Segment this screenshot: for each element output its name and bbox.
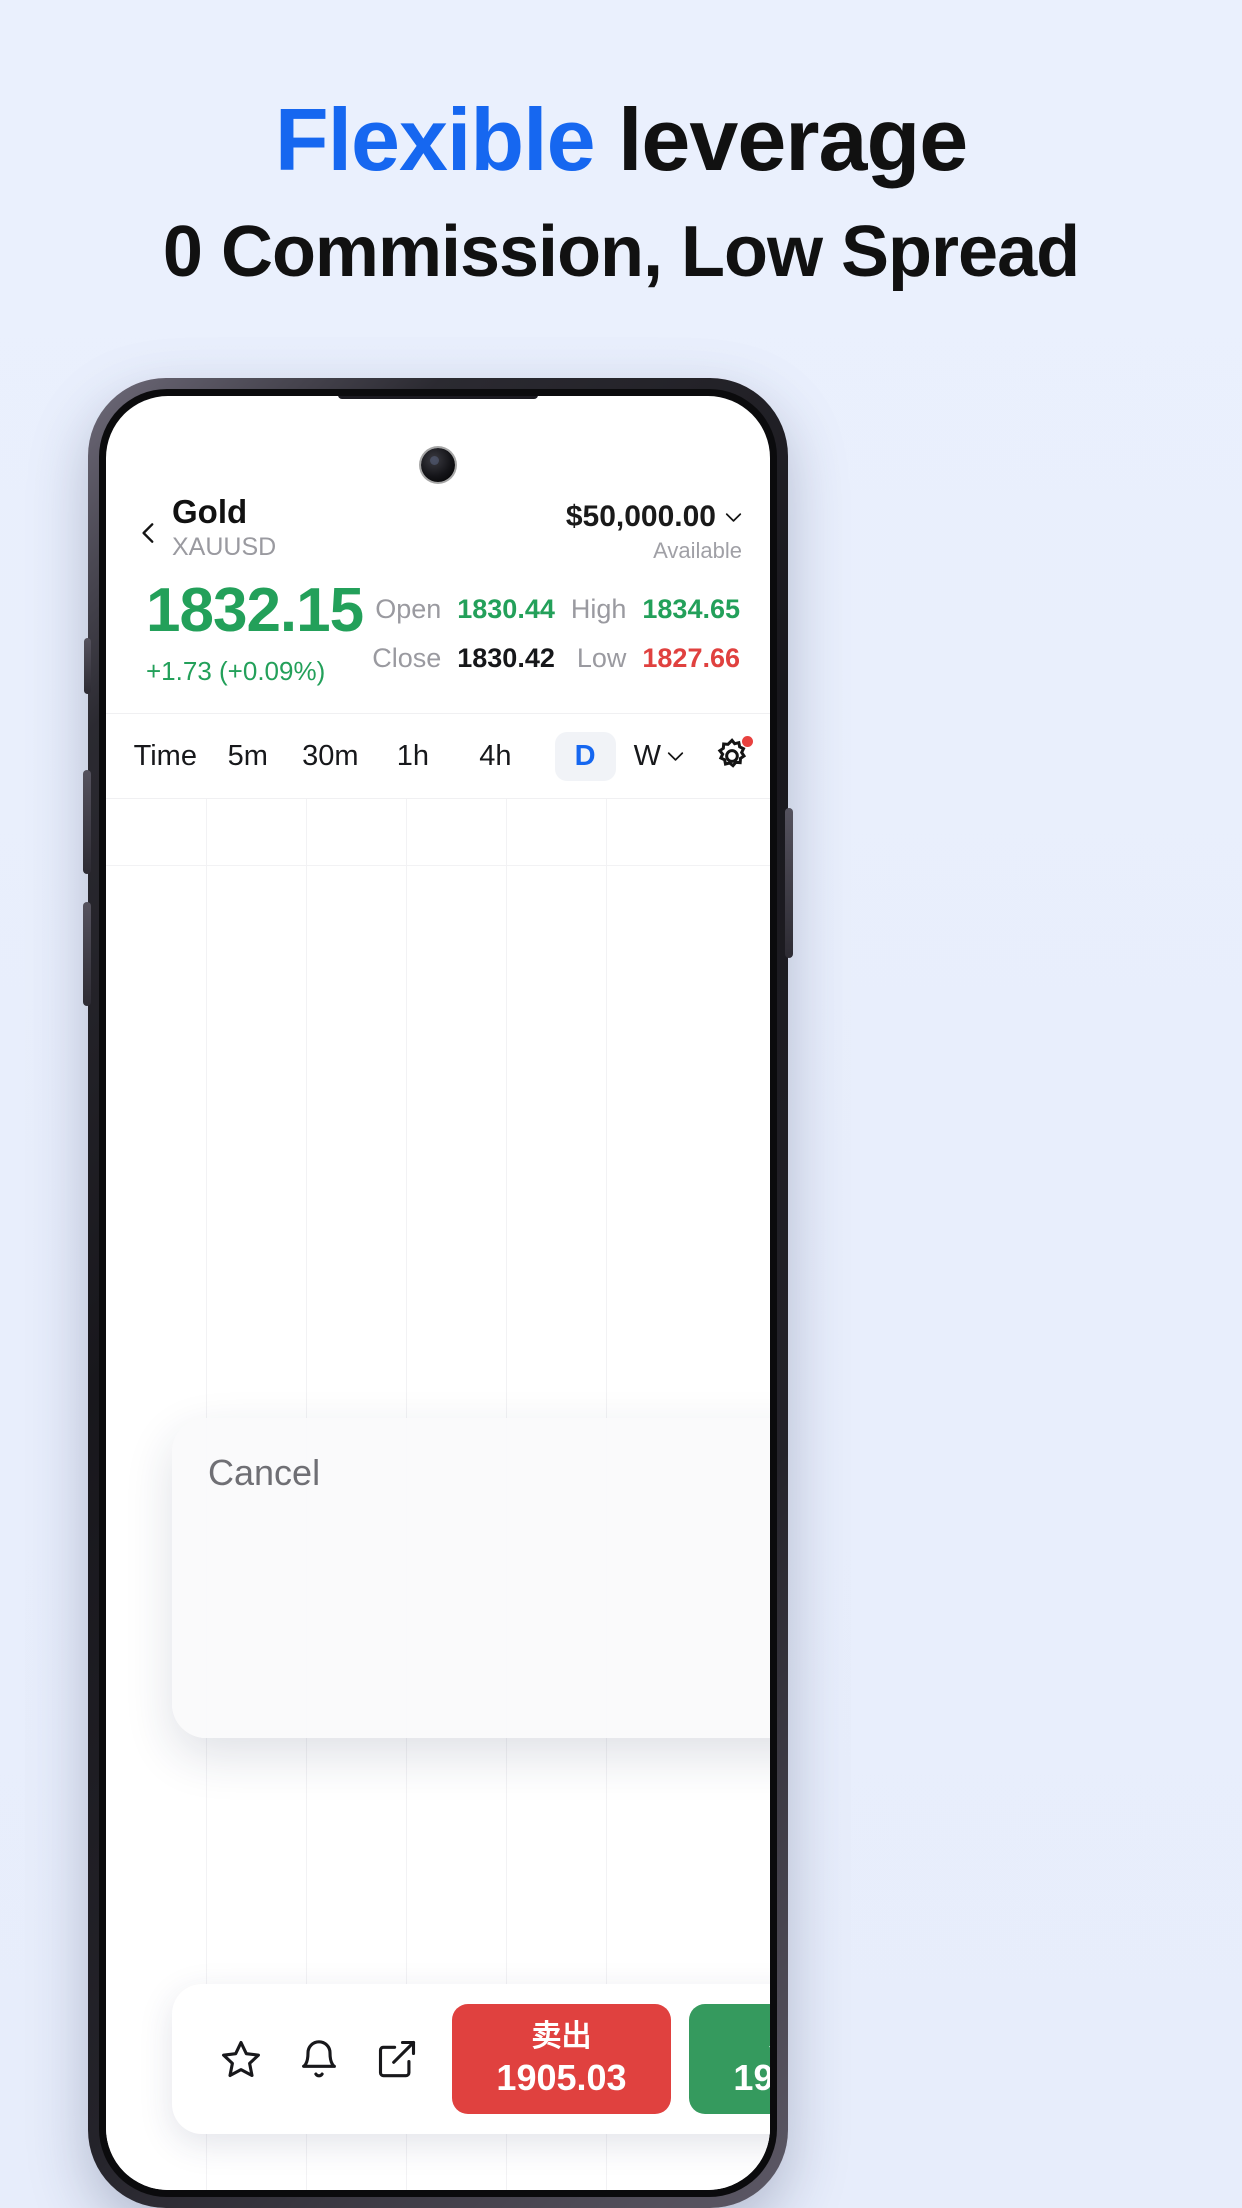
back-button[interactable] (126, 510, 172, 556)
phone-mockup: Gold XAUUSD $50,000.00 Available 1832.15… (83, 378, 793, 2208)
high-value: 1834.65 (642, 594, 740, 624)
close-label: Close (372, 643, 442, 673)
price-change: +1.73 (+0.09%) (146, 656, 326, 686)
sell-button[interactable]: 卖出 1905.03 (452, 2004, 671, 2114)
phone-screen: Gold XAUUSD $50,000.00 Available 1832.15… (106, 396, 770, 2190)
alert-button[interactable] (280, 2020, 358, 2098)
promo-headline-block: Flexible leverage 0 Commission, Low Spre… (0, 92, 1242, 293)
chart-settings-button[interactable] (712, 736, 753, 776)
balance-caption: Available (653, 538, 742, 563)
promo-screenshot: Flexible leverage 0 Commission, Low Spre… (0, 0, 1242, 2208)
open-value: 1830.44 (457, 594, 555, 624)
chevron-left-icon (142, 523, 154, 543)
favorite-button[interactable] (202, 2020, 280, 2098)
phone-button-volume-up (83, 770, 91, 874)
front-camera-icon (421, 448, 455, 482)
sell-price: 1905.03 (496, 2056, 627, 2098)
trading-app: Gold XAUUSD $50,000.00 Available 1832.15… (106, 396, 770, 2190)
buy-label: 买入 (769, 2020, 771, 2053)
phone-bezel: Gold XAUUSD $50,000.00 Available 1832.15… (99, 389, 777, 2197)
headline-accent: Flexible (274, 90, 596, 189)
balance-block[interactable]: $50,000.00 Available (566, 494, 742, 564)
chart-gridline (106, 864, 770, 866)
share-external-icon (378, 2040, 416, 2078)
tab-more-timeframe[interactable]: W (634, 740, 684, 773)
low-label: Low (576, 643, 627, 673)
symbol-name: Gold (172, 493, 248, 530)
balance-amount: $50,000.00 (565, 500, 716, 533)
symbol-code: XAUUSD (172, 532, 277, 561)
star-icon (222, 2040, 260, 2078)
close-value: 1830.42 (457, 643, 555, 673)
chevron-down-icon (667, 751, 684, 761)
last-price: 1832.15 (146, 576, 364, 645)
tab-5m[interactable]: 5m (207, 740, 290, 773)
tab-more-label: W (633, 739, 661, 772)
phone-button-power (785, 808, 793, 958)
phone-button-mute (84, 638, 91, 694)
phone-button-volume-down (83, 902, 91, 1006)
tab-d[interactable]: D (554, 731, 616, 781)
page-subtitle: 0 Commission, Low Spread (162, 212, 1080, 293)
symbol-block[interactable]: Gold XAUUSD (172, 493, 566, 562)
earpiece-speaker (338, 396, 538, 399)
buy-button[interactable]: 买入 1905.69 (689, 2004, 770, 2114)
cancel-button[interactable]: Cancel (208, 1452, 320, 1494)
trade-action-bar: 卖出 1905.03 买入 1905.69 (172, 1984, 770, 2134)
ohlc-grid: Open 1830.44 High 1834.65 Close 1830.42 … (363, 594, 740, 674)
open-label: Open (375, 594, 442, 624)
bell-icon (302, 2040, 336, 2078)
tab-1h[interactable]: 1h (372, 740, 455, 773)
sell-label: 卖出 (531, 2019, 592, 2053)
high-label: High (570, 594, 627, 624)
buy-price: 1905.69 (733, 2056, 770, 2098)
quote-panel: 1832.15 +1.73 (+0.09%) Open 1830.44 High… (106, 564, 770, 687)
price-left: 1832.15 +1.73 (+0.09%) (146, 576, 364, 687)
tab-30m[interactable]: 30m (289, 740, 372, 773)
share-button[interactable] (358, 2020, 436, 2098)
leverage-sheet-header: Cancel Confirm (172, 1418, 770, 1494)
leverage-sheet: Cancel Confirm (172, 1418, 770, 1738)
timeframe-tabs: Time 5m 30m 1h 4h D W (106, 713, 770, 799)
chevron-down-icon (725, 512, 742, 522)
tab-4h[interactable]: 4h (454, 740, 537, 773)
page-title: Flexible leverage (0, 92, 1242, 187)
settings-badge-dot (741, 736, 753, 747)
tab-time[interactable]: Time (124, 740, 207, 773)
low-value: 1827.66 (642, 643, 740, 673)
headline-rest: leverage (594, 90, 968, 189)
